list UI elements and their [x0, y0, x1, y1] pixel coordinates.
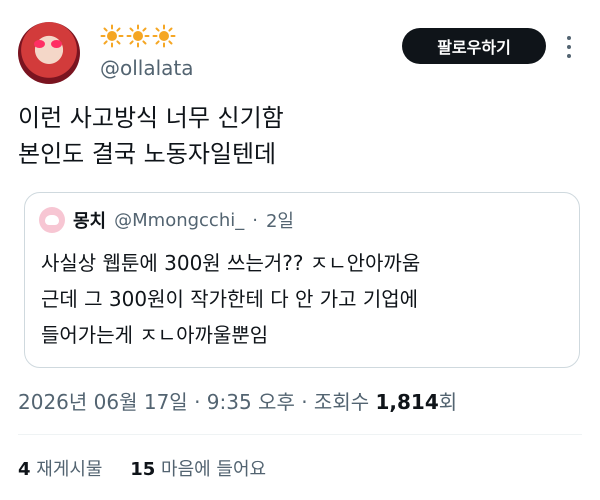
quoted-author-name[interactable]: 몽치 — [73, 207, 106, 233]
divider — [18, 434, 582, 435]
likes-label: 마음에 들어요 — [155, 459, 267, 480]
likes-stat[interactable]: 15 마음에 들어요 — [130, 459, 266, 480]
engagement-stats: 4 재게시물 15 마음에 들어요 — [18, 455, 288, 481]
tweet-header: @ollalata 팔로우하기 — [18, 22, 582, 92]
avatar[interactable] — [18, 22, 80, 84]
retweets-stat[interactable]: 4 재게시물 — [18, 459, 103, 480]
retweets-label: 재게시물 — [30, 459, 103, 480]
quoted-timestamp[interactable]: 2일 — [266, 207, 294, 233]
tweet-line: 본인도 결국 노동자일텐데 — [18, 140, 277, 168]
sun-icon — [126, 24, 150, 48]
sun-icon — [100, 24, 124, 48]
separator-dot: · — [252, 209, 258, 231]
quoted-line: 사실상 웹툰에 300원 쓰는거?? ㅈㄴ안아까움 — [41, 251, 421, 275]
timestamp[interactable]: 2026년 06월 17일 · 9:35 오후 · 조회수 — [18, 390, 375, 414]
quoted-tweet-header: 몽치 @Mmongcchi_ · 2일 — [39, 207, 294, 233]
display-name[interactable] — [100, 24, 176, 48]
quoted-avatar[interactable] — [39, 207, 65, 233]
likes-count: 15 — [130, 459, 156, 480]
tweet-meta: 2026년 06월 17일 · 9:35 오후 · 조회수 1,814회 — [18, 386, 457, 415]
quoted-tweet-text: 사실상 웹툰에 300원 쓰는거?? ㅈㄴ안아까움 근데 그 300원이 작가한… — [41, 245, 420, 353]
quoted-line: 들어가는게 ㅈㄴ아까울뿐임 — [41, 323, 269, 347]
quoted-author-handle[interactable]: @Mmongcchi_ — [114, 210, 244, 231]
tweet-text: 이런 사고방식 너무 신기함 본인도 결국 노동자일텐데 — [18, 100, 284, 172]
heart-glasses-icon — [34, 40, 62, 48]
quoted-line: 근데 그 300원이 작가한테 다 안 가고 기업에 — [41, 287, 419, 311]
more-options-icon[interactable] — [566, 36, 572, 58]
sun-icon — [152, 24, 176, 48]
retweets-count: 4 — [18, 459, 31, 480]
author-handle[interactable]: @ollalata — [100, 56, 194, 80]
follow-button[interactable]: 팔로우하기 — [402, 28, 546, 64]
view-suffix: 회 — [438, 390, 458, 414]
tweet-line: 이런 사고방식 너무 신기함 — [18, 104, 284, 132]
view-count: 1,814 — [375, 390, 439, 414]
quoted-tweet[interactable]: 몽치 @Mmongcchi_ · 2일 사실상 웹툰에 300원 쓰는거?? ㅈ… — [24, 192, 580, 368]
